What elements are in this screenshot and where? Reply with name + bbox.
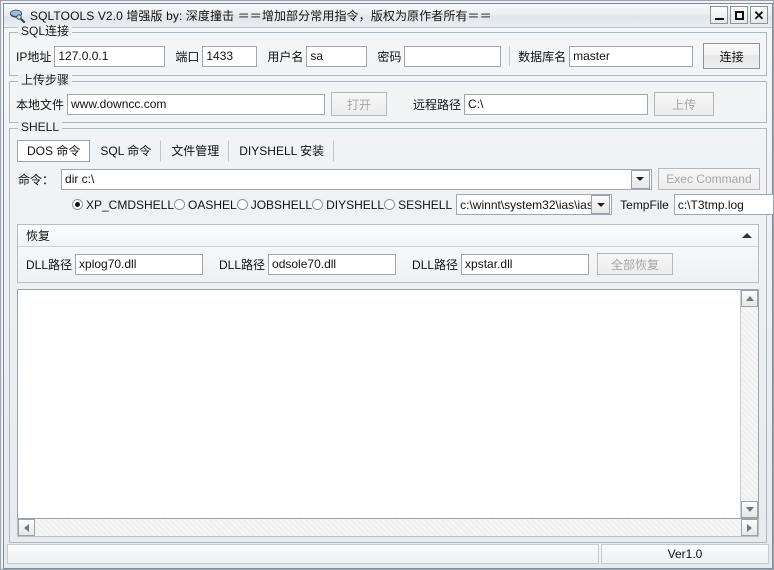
tab-file-manager[interactable]: 文件管理: [161, 140, 230, 162]
output-horizontal-scrollbar[interactable]: [17, 519, 759, 537]
radio-dot-icon: [236, 199, 248, 210]
shell-tabs: DOS 命令 SQL 命令 文件管理 DIYSHELL 安装: [14, 138, 762, 162]
ip-input[interactable]: [54, 45, 166, 67]
sql-connect-group: SQL连接 IP地址 端口 用户名 密码 数据库名 连接: [9, 25, 767, 76]
radio-dot-icon: [174, 199, 186, 210]
recovery-header[interactable]: 恢复: [18, 225, 758, 247]
dll-path-label-3: DLL路径: [412, 257, 459, 272]
divider: [509, 46, 511, 66]
app-icon: [9, 8, 26, 24]
tab-sql-command[interactable]: SQL 命令: [90, 140, 162, 162]
triangle-down-icon: [745, 507, 754, 512]
sql-connect-row: IP地址 端口 用户名 密码 数据库名 连接: [10, 33, 766, 75]
shell-group-title: SHELL: [18, 121, 63, 133]
minimize-button[interactable]: [710, 6, 728, 24]
radio-label: JOBSHELL: [250, 197, 313, 212]
port-label: 端口: [175, 49, 200, 64]
radio-label: DIYSHELL: [326, 197, 385, 212]
dll-path-input-1[interactable]: [75, 253, 204, 275]
connect-button[interactable]: 连接: [703, 43, 760, 69]
radio-dot-icon: [72, 199, 83, 210]
window-controls: ✕: [710, 6, 768, 24]
radio-label: XP_CMDSHELL: [86, 197, 175, 212]
database-label: 数据库名: [518, 49, 567, 64]
radio-dot-icon: [384, 199, 396, 210]
radio-diyshell[interactable]: DIYSHELL: [312, 198, 384, 212]
collapse-up-icon[interactable]: [742, 233, 752, 238]
shell-path-value: c:\winnt\system32\ias\ias.mdb: [460, 197, 592, 212]
shell-group: SHELL DOS 命令 SQL 命令 文件管理 DIYSHELL 安装 命令：…: [9, 121, 773, 543]
chevron-down-icon[interactable]: [591, 195, 611, 214]
sqltools-window: SQLTOOLS V2.0 增强版 by: 深度撞击 ＝＝增加部分常用指令，版权…: [0, 0, 774, 570]
maximize-button[interactable]: [730, 6, 748, 24]
username-input[interactable]: [306, 45, 368, 67]
status-bar: Ver1.0: [7, 544, 769, 564]
dll-path-label-2: DLL路径: [219, 257, 266, 272]
dll-path-input-2[interactable]: [268, 253, 397, 275]
exec-command-button[interactable]: Exec Command: [657, 168, 760, 190]
radio-oashell[interactable]: OASHEL: [174, 198, 237, 212]
command-label: 命令：: [18, 172, 55, 187]
output-area: [17, 289, 759, 519]
upload-row: 本地文件 打开 远程路径 上传: [10, 82, 766, 122]
scroll-up-button[interactable]: [741, 290, 758, 307]
radio-seshell[interactable]: SESHELL: [384, 198, 452, 212]
tempfile-label: TempFile: [620, 197, 669, 212]
upload-button[interactable]: 上传: [654, 92, 715, 116]
password-label: 密码: [377, 49, 402, 64]
status-message: [7, 544, 599, 564]
triangle-up-icon: [745, 296, 754, 301]
window-title: SQLTOOLS V2.0 增强版 by: 深度撞击 ＝＝增加部分常用指令，版权…: [30, 9, 492, 23]
radio-jobshell[interactable]: JOBSHELL: [236, 197, 313, 212]
remote-path-label: 远程路径: [413, 97, 462, 112]
scroll-down-button[interactable]: [741, 501, 758, 518]
sql-connect-group-title: SQL连接: [18, 25, 73, 37]
output-text[interactable]: [18, 290, 740, 518]
remote-path-input[interactable]: [464, 93, 649, 115]
close-button[interactable]: ✕: [750, 6, 768, 24]
chevron-down-icon[interactable]: [630, 169, 650, 189]
recovery-body: DLL路径 DLL路径 DLL路径 全部恢复: [18, 247, 758, 282]
command-combo[interactable]: dir c:\: [61, 168, 652, 190]
tempfile-input[interactable]: [673, 194, 773, 215]
password-input[interactable]: [404, 45, 502, 67]
recovery-panel: 恢复 DLL路径 DLL路径 DLL路径 全部恢复: [17, 224, 759, 283]
radio-dot-icon: [312, 199, 324, 210]
main-content: SQL连接 IP地址 端口 用户名 密码 数据库名 连接 上传步骤 本地文件: [4, 25, 773, 568]
shell-mode-row: XP_CMDSHELL OASHEL JOBSHELL DIYSHELL SES…: [14, 190, 773, 218]
status-version: Ver1.0: [601, 544, 769, 564]
radio-label: SESHELL: [398, 197, 453, 212]
ip-label: IP地址: [16, 49, 52, 64]
dll-path-input-3[interactable]: [461, 253, 590, 275]
close-icon: ✕: [753, 7, 765, 23]
window-frame: SQLTOOLS V2.0 增强版 by: 深度撞击 ＝＝增加部分常用指令，版权…: [3, 3, 773, 569]
recovery-title: 恢复: [26, 229, 51, 243]
command-row: 命令： dir c:\ Exec Command: [14, 162, 762, 190]
upload-group-title: 上传步骤: [18, 74, 73, 86]
shell-body: DOS 命令 SQL 命令 文件管理 DIYSHELL 安装 命令： dir c…: [10, 129, 773, 542]
upload-group: 上传步骤 本地文件 打开 远程路径 上传: [9, 74, 767, 123]
restore-all-button[interactable]: 全部恢复: [597, 253, 674, 275]
port-input[interactable]: [202, 45, 258, 67]
radio-xp-cmdshell[interactable]: XP_CMDSHELL: [72, 198, 174, 212]
database-input[interactable]: [569, 45, 694, 67]
output-vertical-scrollbar[interactable]: [740, 290, 758, 518]
username-label: 用户名: [267, 49, 304, 64]
command-value: dir c:\: [65, 172, 95, 186]
shell-path-combo[interactable]: c:\winnt\system32\ias\ias.mdb: [456, 194, 613, 215]
local-file-input[interactable]: [67, 93, 326, 115]
tab-dos-command[interactable]: DOS 命令: [17, 140, 91, 162]
radio-label: OASHEL: [188, 197, 237, 212]
local-file-label: 本地文件: [16, 97, 65, 112]
scroll-right-button[interactable]: [741, 519, 758, 536]
tab-diyshell-install[interactable]: DIYSHELL 安装: [229, 140, 335, 162]
triangle-right-icon: [747, 523, 752, 532]
scroll-left-button[interactable]: [18, 519, 35, 536]
dll-path-label-1: DLL路径: [26, 257, 73, 272]
title-bar: SQLTOOLS V2.0 增强版 by: 深度撞击 ＝＝增加部分常用指令，版权…: [4, 4, 772, 28]
triangle-left-icon: [24, 523, 29, 532]
open-button[interactable]: 打开: [331, 92, 388, 116]
